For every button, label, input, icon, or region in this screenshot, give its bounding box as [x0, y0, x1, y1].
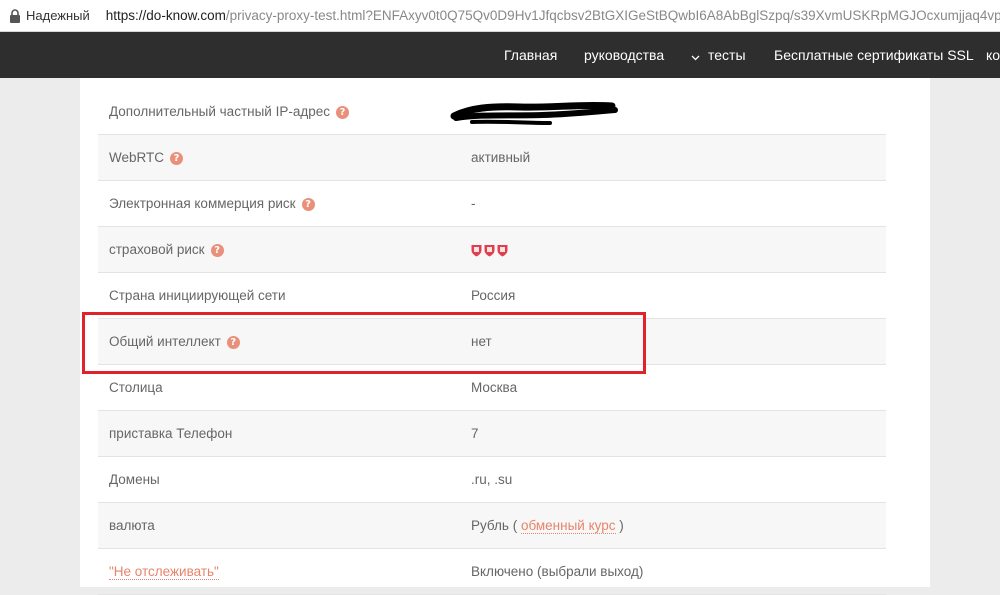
- row-value: активный: [471, 150, 531, 165]
- row-label: Домены: [109, 472, 160, 487]
- table-row: Электронная коммерция риск? -: [98, 181, 886, 227]
- table-row: WebRTC? активный: [98, 135, 886, 181]
- row-label: Электронная коммерция риск?: [109, 181, 315, 227]
- row-label: "Не отслеживать": [109, 549, 219, 595]
- nav-item-guides[interactable]: руководства: [584, 32, 664, 78]
- nav-item-tests-label: тесты: [708, 47, 746, 63]
- table-row: Домены .ru, .su: [98, 457, 886, 503]
- exchange-rate-link[interactable]: обменный курс: [520, 518, 616, 534]
- help-icon[interactable]: ?: [210, 244, 224, 257]
- row-value: 7: [471, 426, 479, 441]
- risk-shields: [471, 244, 508, 257]
- table-row: "Не отслеживать" Включено (выбрали выход…: [98, 549, 886, 595]
- secure-label: Надежный: [26, 8, 90, 23]
- shield-icon: [471, 244, 482, 257]
- help-icon[interactable]: ?: [301, 198, 315, 211]
- shield-icon: [497, 244, 508, 257]
- help-icon[interactable]: ?: [335, 106, 349, 119]
- table-row: валюта Рубль ( обменный курс ): [98, 503, 886, 549]
- site-navbar: Главная руководства тесты Бесплатные сер…: [0, 32, 1000, 78]
- row-value: .ru, .su: [471, 472, 513, 487]
- address-bar[interactable]: Надежный https://do-know.com/privacy-pro…: [0, 0, 1000, 32]
- nav-item-ssl[interactable]: Бесплатные сертификаты SSL: [774, 32, 974, 78]
- row-value: [471, 227, 508, 273]
- shield-icon: [484, 244, 495, 257]
- nav-item-tests[interactable]: тесты: [691, 32, 746, 78]
- row-label: приставка Телефон: [109, 426, 233, 441]
- help-icon[interactable]: ?: [170, 152, 184, 165]
- row-label: валюта: [109, 518, 155, 533]
- row-value: Включено (выбрали выход): [471, 564, 644, 579]
- row-label: Дополнительный частный IP-адрес?: [109, 89, 349, 135]
- row-label: страховой риск?: [109, 227, 224, 273]
- annotation-highlight-box: [82, 312, 646, 374]
- table-row: страховой риск?: [98, 227, 886, 273]
- nav-item-more[interactable]: ко: [986, 32, 1000, 78]
- do-not-track-link[interactable]: "Не отслеживать": [109, 564, 219, 580]
- url-domain[interactable]: https://do-know.com: [106, 8, 226, 23]
- chevron-down-icon: [691, 33, 700, 78]
- table-row: приставка Телефон 7: [98, 411, 886, 457]
- row-value: -: [471, 196, 476, 211]
- redaction-scribble: [450, 101, 618, 125]
- url-path[interactable]: /privacy-proxy-test.html?ENFAxyv0t0Q75Qv…: [226, 8, 1000, 23]
- row-value: Рубль ( обменный курс ): [471, 518, 624, 534]
- lock-icon: [9, 8, 21, 23]
- nav-item-home[interactable]: Главная: [504, 32, 557, 78]
- row-label: WebRTC?: [109, 135, 184, 181]
